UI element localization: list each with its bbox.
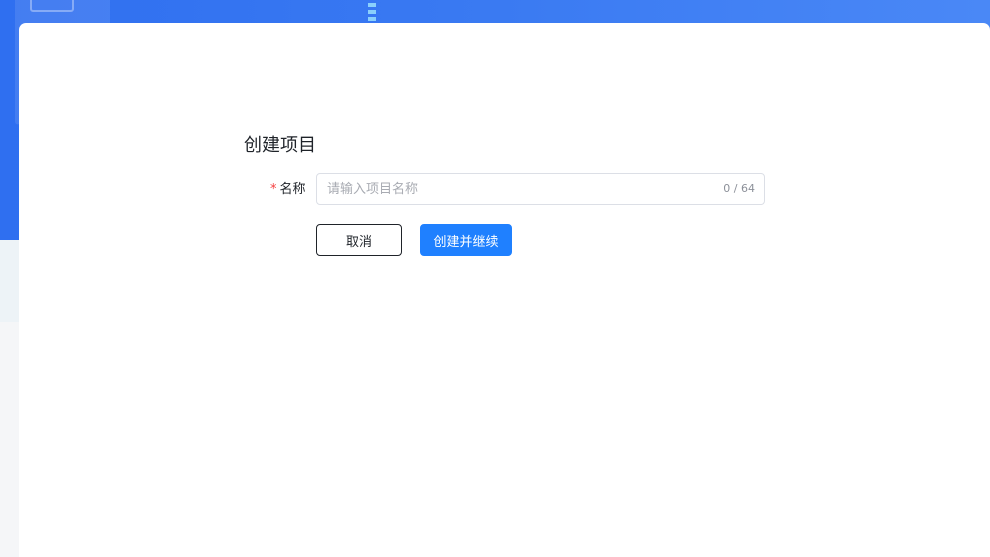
form-title: 创建项目 (244, 135, 316, 156)
name-label-text: 名称 (279, 182, 306, 197)
cancel-button[interactable]: 取消 (316, 224, 402, 256)
create-and-continue-button[interactable]: 创建并继续 (420, 224, 512, 256)
create-project-dialog: 创建项目 *名称 0 / 64 取消 创建并继续 (19, 23, 990, 557)
name-field-label: * 名称 (270, 178, 306, 197)
banner-decoration-frame (30, 0, 74, 12)
name-input-wrapper: 0 / 64 (316, 173, 765, 205)
banner-decoration-digits (368, 0, 376, 22)
project-name-input[interactable] (317, 174, 727, 204)
required-mark: * (270, 182, 277, 197)
char-counter: 0 / 64 (723, 182, 755, 195)
